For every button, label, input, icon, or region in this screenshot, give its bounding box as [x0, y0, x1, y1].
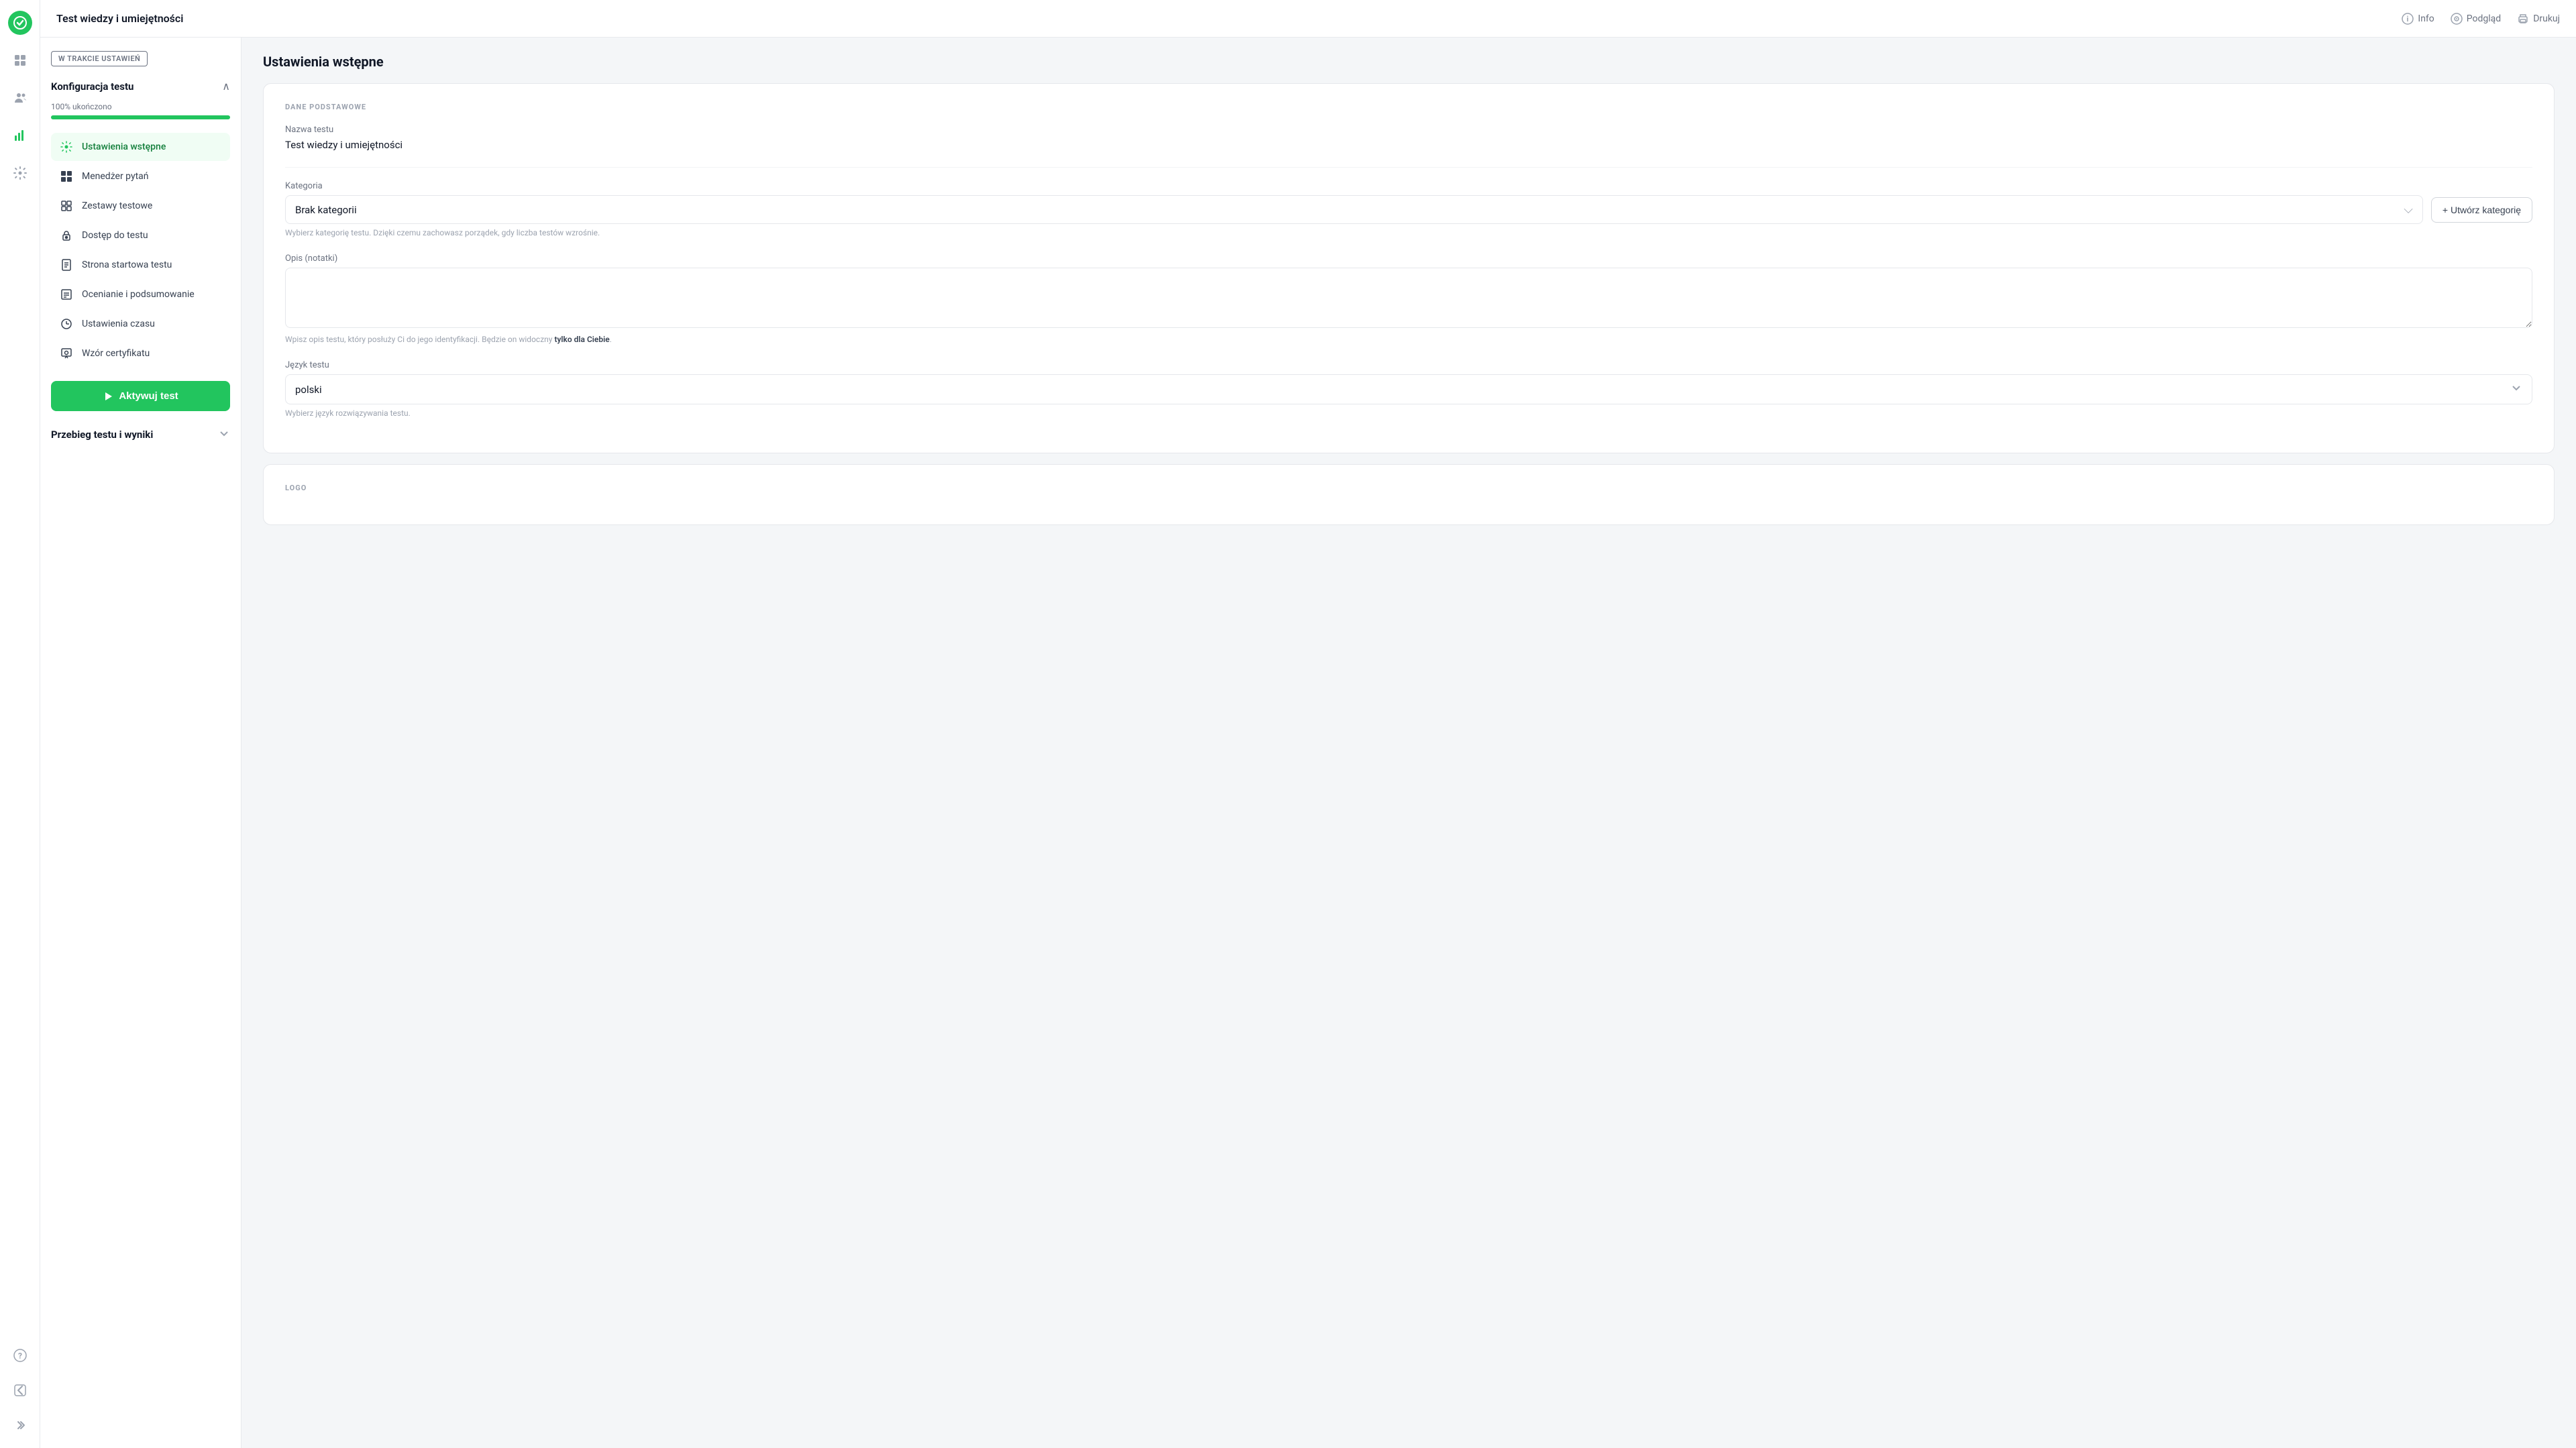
sidebar-section2-title: Przebieg testu i wyniki [51, 429, 153, 441]
test-name-label: Nazwa testu [285, 125, 2532, 135]
preview-label: Podgląd [2467, 13, 2501, 24]
nav-help-icon[interactable]: ? [8, 1343, 32, 1368]
sidebar-section-title: Konfiguracja testu [51, 80, 133, 93]
progress-label: 100% ukończono [51, 102, 230, 111]
section-label-dane: DANE PODSTAWOWE [285, 103, 2532, 111]
topbar-title: Test wiedzy i umiejętności [56, 12, 183, 25]
sidebar-section-header: Konfiguracja testu ∧ [51, 80, 230, 93]
sidebar: W TRAKCIE USTAWIEŃ Konfiguracja testu ∧ … [40, 38, 241, 1448]
language-group: Język testu polski Wybierz język rozwiąz… [285, 360, 2532, 418]
sidebar-section2-header[interactable]: Przebieg testu i wyniki [51, 422, 230, 447]
info-label: Info [2418, 13, 2434, 24]
sidebar-item-strona-startowa[interactable]: Strona startowa testu [51, 251, 230, 279]
divider-1 [285, 167, 2532, 168]
description-textarea[interactable] [285, 268, 2532, 328]
nav-chart-icon[interactable] [8, 123, 32, 148]
print-icon [2517, 13, 2529, 25]
sidebar-item-label: Ustawienia wstępne [82, 142, 166, 152]
sidebar-item-ocenianie[interactable]: Ocenianie i podsumowanie [51, 280, 230, 309]
sidebar-section-chevron-icon[interactable]: ∧ [222, 80, 230, 93]
ustawienia-czasu-icon [59, 317, 74, 331]
menedzer-pytan-icon [59, 169, 74, 184]
svg-text:i: i [2407, 15, 2409, 23]
category-hint: Wybierz kategorię testu. Dzięki czemu za… [285, 228, 2532, 237]
create-category-button[interactable]: + Utwórz kategorię [2431, 197, 2532, 223]
test-name-value: Test wiedzy i umiejętności [285, 139, 2532, 151]
sidebar-item-label: Dostęp do testu [82, 230, 148, 241]
sidebar-item-label: Ocenianie i podsumowanie [82, 289, 195, 300]
zestawy-testowe-icon [59, 199, 74, 213]
svg-text:?: ? [18, 1351, 22, 1361]
main-wrapper: Test wiedzy i umiejętności i Info Podglą… [40, 0, 2576, 1448]
progress-bar-container [51, 115, 230, 119]
ustawienia-wstepne-icon [59, 140, 74, 154]
topbar: Test wiedzy i umiejętności i Info Podglą… [40, 0, 2576, 38]
sidebar-item-menedzer-pytan[interactable]: Menedżer pytań [51, 162, 230, 190]
nav-expand-icon[interactable] [8, 1413, 32, 1437]
category-chevron-icon: ⌵ [2404, 203, 2413, 217]
description-group: Opis (notatki) Wpisz opis testu, który p… [285, 254, 2532, 344]
info-icon: i [2402, 13, 2414, 25]
app-logo[interactable] [8, 11, 32, 35]
sidebar-menu: Ustawienia wstępne Menedżer pytań [51, 133, 230, 368]
section-label-logo: LOGO [285, 484, 2532, 492]
main-content: Ustawienia wstępne DANE PODSTAWOWE Nazwa… [241, 38, 2576, 1448]
sidebar-item-wzor-certyfikatu[interactable]: Wzór certyfikatu [51, 339, 230, 368]
sidebar-item-label: Ustawienia czasu [82, 319, 155, 329]
sidebar-item-ustawienia-czasu[interactable]: Ustawienia czasu [51, 310, 230, 338]
icon-nav: ? [0, 0, 40, 1448]
activate-button[interactable]: Aktywuj test [51, 381, 230, 411]
test-name-group: Nazwa testu Test wiedzy i umiejętności [285, 125, 2532, 151]
form-card-logo: LOGO [263, 464, 2555, 525]
sidebar-item-zestawy-testowe[interactable]: Zestawy testowe [51, 192, 230, 220]
sidebar-item-label: Wzór certyfikatu [82, 348, 150, 359]
sidebar-item-label: Strona startowa testu [82, 260, 172, 270]
info-button[interactable]: i Info [2402, 13, 2434, 25]
nav-apps-icon[interactable] [8, 48, 32, 72]
status-badge: W TRAKCIE USTAWIEŃ [51, 51, 148, 66]
sidebar-item-label: Menedżer pytań [82, 171, 149, 182]
progress-bar-fill [51, 115, 230, 119]
category-value: Brak kategorii [295, 204, 357, 216]
sidebar-item-ustawienia-wstepne[interactable]: Ustawienia wstępne [51, 133, 230, 161]
language-label: Język testu [285, 360, 2532, 370]
category-dropdown[interactable]: Brak kategorii ⌵ [285, 195, 2423, 224]
print-label: Drukuj [2533, 13, 2560, 24]
sidebar-item-dostep-do-testu[interactable]: Dostęp do testu [51, 221, 230, 249]
category-label: Kategoria [285, 181, 2532, 191]
ocenianie-icon [59, 287, 74, 302]
play-icon [103, 391, 113, 402]
form-card-dane-podstawowe: DANE PODSTAWOWE Nazwa testu Test wiedzy … [263, 83, 2555, 453]
sidebar-section2-chevron-icon [218, 427, 230, 442]
description-label: Opis (notatki) [285, 254, 2532, 264]
nav-back-icon[interactable] [8, 1378, 32, 1402]
print-button[interactable]: Drukuj [2517, 13, 2560, 25]
language-hint: Wybierz język rozwiązywania testu. [285, 408, 2532, 418]
category-dropdown-row: Brak kategorii ⌵ + Utwórz kategorię [285, 195, 2532, 224]
strona-startowa-icon [59, 258, 74, 272]
nav-users-icon[interactable] [8, 86, 32, 110]
category-group: Kategoria Brak kategorii ⌵ + Utwórz kate… [285, 181, 2532, 237]
sidebar-item-label: Zestawy testowe [82, 201, 152, 211]
language-dropdown[interactable]: polski [285, 374, 2532, 404]
page-title: Ustawienia wstępne [263, 54, 2555, 70]
dostep-icon [59, 228, 74, 243]
preview-icon [2451, 13, 2463, 25]
language-chevron-icon [2510, 382, 2522, 397]
wzor-certyfikatu-icon [59, 346, 74, 361]
topbar-actions: i Info Podgląd Drukuj [2402, 13, 2560, 25]
language-value: polski [295, 384, 322, 396]
preview-button[interactable]: Podgląd [2451, 13, 2501, 25]
description-hint: Wpisz opis testu, który posłuży Ci do je… [285, 335, 2532, 344]
content-area: W TRAKCIE USTAWIEŃ Konfiguracja testu ∧ … [40, 38, 2576, 1448]
nav-settings-icon[interactable] [8, 161, 32, 185]
